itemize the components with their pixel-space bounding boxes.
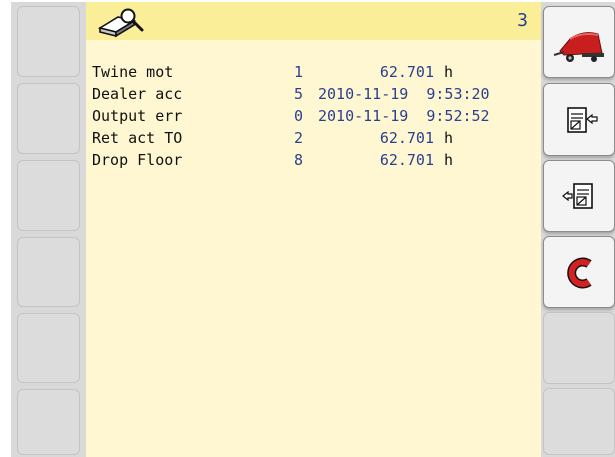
fault-name: Dealer acc bbox=[92, 85, 183, 103]
fault-count: 1 bbox=[294, 63, 304, 81]
fault-row: Ret act TO 2 62.701 h bbox=[86, 127, 541, 149]
left-softkey-4[interactable] bbox=[17, 237, 80, 307]
reset-counter-button[interactable] bbox=[543, 236, 615, 308]
left-softkey-3[interactable] bbox=[17, 160, 80, 231]
export-document-button[interactable] bbox=[543, 83, 615, 156]
right-softkey-6[interactable] bbox=[543, 388, 615, 455]
fault-unit: h bbox=[444, 63, 454, 81]
fault-name: Ret act TO bbox=[92, 129, 183, 147]
page-number: 3 bbox=[517, 10, 528, 31]
fault-name: Twine mot bbox=[92, 63, 174, 81]
baler-machine-button[interactable] bbox=[543, 6, 615, 78]
fault-row: Twine mot 1 62.701 h bbox=[86, 61, 541, 83]
export-document-icon bbox=[567, 107, 598, 133]
fault-count: 5 bbox=[294, 85, 304, 103]
fault-value: 62.701 bbox=[379, 151, 434, 169]
fault-log-display: 3 Twine mot 1 62.701 h Dealer acc 5 2010… bbox=[86, 2, 541, 457]
fault-count: 8 bbox=[294, 151, 304, 169]
left-softkey-1[interactable] bbox=[17, 6, 80, 77]
fault-row: Output err 0 2010-11-19 9:52:52 bbox=[86, 105, 541, 127]
right-softkey-5[interactable] bbox=[543, 312, 615, 384]
bale-search-icon bbox=[98, 8, 144, 38]
fault-value: 2010-11-19 9:53:20 bbox=[318, 85, 490, 103]
fault-unit: h bbox=[444, 151, 454, 169]
fault-name: Output err bbox=[92, 107, 183, 125]
left-softkey-5[interactable] bbox=[17, 313, 80, 383]
import-document-icon bbox=[562, 183, 593, 209]
fault-unit: h bbox=[444, 129, 454, 147]
display-header: 3 bbox=[86, 2, 541, 40]
fault-value: 62.701 bbox=[379, 63, 434, 81]
import-document-button[interactable] bbox=[543, 160, 615, 232]
fault-name: Drop Floor bbox=[92, 151, 183, 169]
fault-row: Drop Floor 8 62.701 h bbox=[86, 149, 541, 171]
fault-count: 0 bbox=[294, 107, 304, 125]
fault-row: Dealer acc 5 2010-11-19 9:53:20 bbox=[86, 83, 541, 105]
reset-counter-icon bbox=[567, 257, 592, 289]
fault-count: 2 bbox=[294, 129, 304, 147]
left-softkey-2[interactable] bbox=[17, 83, 80, 154]
left-softkey-6[interactable] bbox=[17, 389, 80, 455]
fault-value: 62.701 bbox=[379, 129, 434, 147]
fault-value: 2010-11-19 9:52:52 bbox=[318, 107, 490, 125]
baler-machine-icon bbox=[553, 32, 604, 62]
